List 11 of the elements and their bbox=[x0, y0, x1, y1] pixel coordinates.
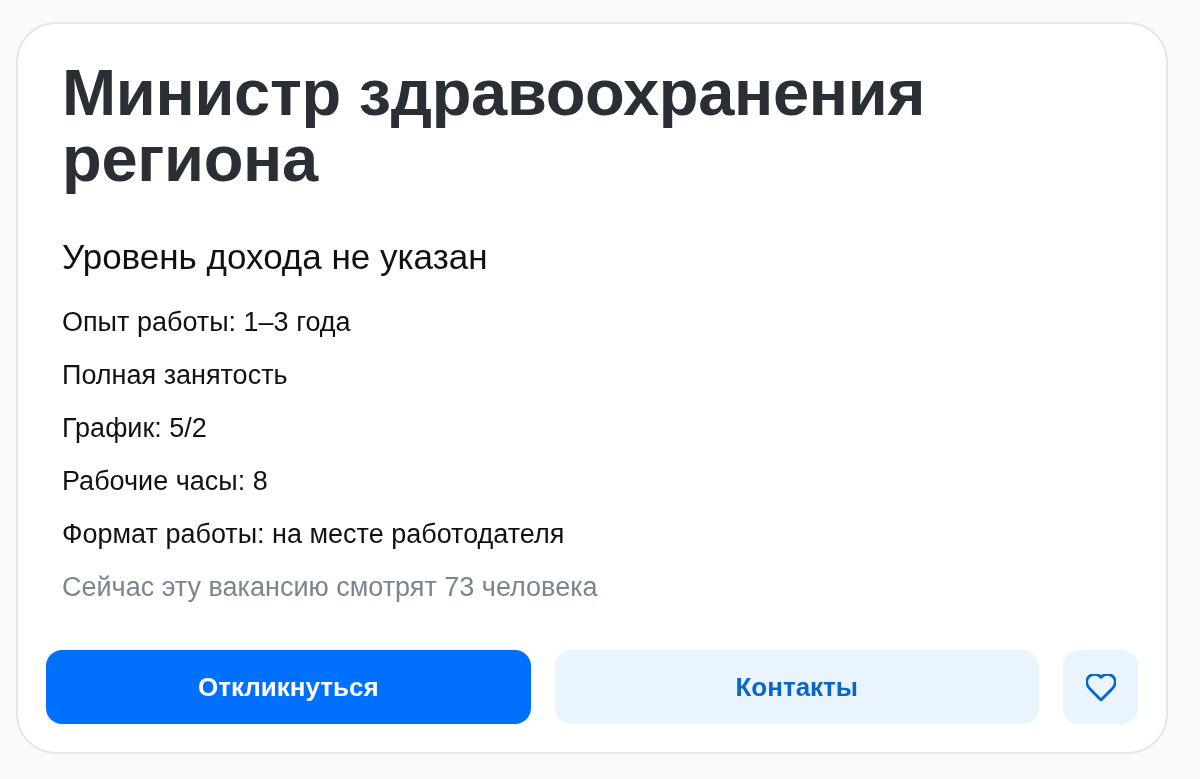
vacancy-detail: График: 5/2 bbox=[62, 412, 208, 444]
views-note: Сейчас эту вакансию смотрят 73 человека bbox=[62, 571, 599, 603]
contacts-button[interactable]: Контакты bbox=[554, 650, 1039, 724]
respond-button[interactable]: Откликнуться bbox=[46, 650, 531, 724]
vacancy-detail: Опыт работы: 1–3 года bbox=[62, 306, 352, 338]
favorite-button[interactable] bbox=[1063, 650, 1138, 724]
salary-text: Уровень дохода не указан bbox=[62, 237, 489, 277]
vacancy-title: Министр здравоохранения региона bbox=[62, 60, 927, 192]
vacancy-detail: Формат работы: на месте работодателя bbox=[62, 518, 566, 550]
vacancy-detail: Рабочие часы: 8 bbox=[62, 465, 269, 497]
vacancy-detail: Полная занятость bbox=[62, 359, 289, 391]
